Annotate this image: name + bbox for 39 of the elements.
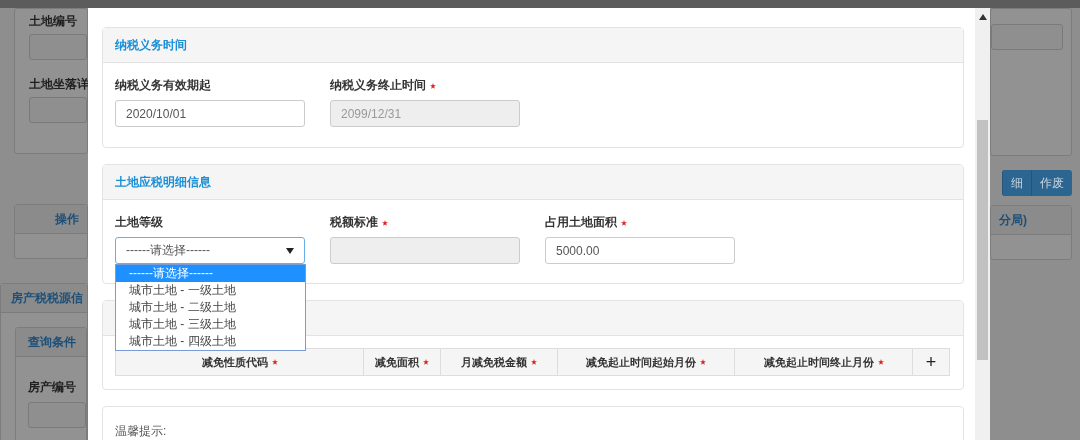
panel-title: 土地应税明细信息 — [115, 173, 211, 191]
input-field[interactable] — [29, 97, 87, 123]
field-label: 土地等级 — [115, 214, 164, 231]
column-header: 操作 — [54, 210, 79, 228]
required-star-icon — [877, 359, 884, 365]
required-star-icon — [271, 359, 278, 365]
field-label: 房产编号 — [28, 379, 77, 396]
required-star-icon — [700, 359, 706, 365]
required-star-icon — [621, 219, 627, 226]
column-header: 分局) — [998, 211, 1027, 229]
field-label: 税额标准 — [330, 214, 520, 231]
field-label: 土地编号 — [29, 13, 78, 30]
column-header: 月减免税金额 — [441, 349, 558, 375]
scrollbar[interactable] — [975, 8, 990, 440]
caret-icon — [286, 247, 294, 254]
field-label: 纳税义务有效期起 — [115, 77, 212, 94]
required-star-icon — [423, 359, 429, 365]
field-label: 纳税义务终止时间 — [330, 77, 520, 94]
column-header: 减免性质代码 — [116, 349, 364, 375]
input-field[interactable]: 2020/10/01 — [115, 100, 305, 127]
panel-title: 查询条件 — [27, 333, 76, 351]
field-label: 土地坐落详 — [29, 76, 87, 93]
column-header: 减免面积 — [364, 349, 441, 375]
input-field[interactable] — [28, 402, 86, 428]
field-label: 占用土地面积 — [545, 214, 735, 231]
panel-title: 房产税税源信 — [10, 289, 83, 307]
required-star-icon — [430, 82, 436, 89]
input-field[interactable] — [29, 34, 87, 60]
panel-title: 纳税义务时间 — [115, 36, 187, 54]
tip-text: 温馨提示: — [115, 423, 168, 440]
input-field[interactable]: 5000.00 — [545, 237, 735, 264]
scroll-up-icon[interactable] — [978, 14, 987, 20]
column-header: 减免起止时间起始月份 — [558, 349, 735, 375]
action-button[interactable]: 细 — [1002, 170, 1031, 196]
required-star-icon — [382, 219, 388, 226]
action-button[interactable]: 作废 — [1031, 170, 1072, 196]
input-field[interactable] — [991, 24, 1063, 50]
select-field[interactable]: ------请选择------ — [115, 237, 305, 264]
required-star-icon — [531, 359, 537, 365]
